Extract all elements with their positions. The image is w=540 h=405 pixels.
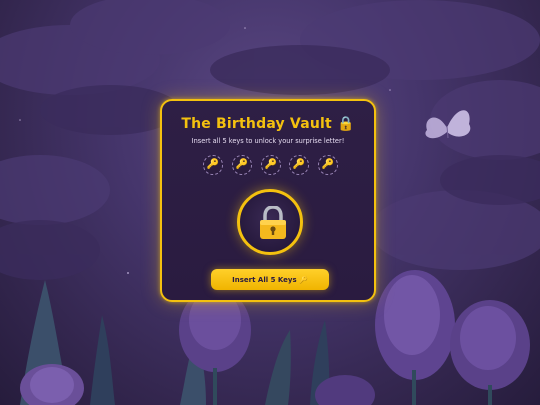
key-icon: 🔑 — [235, 159, 249, 170]
key-icon: 🔑 — [264, 159, 278, 170]
key-icon: 🔑 — [206, 159, 220, 170]
vault-subtitle: Insert all 5 keys to unlock your surpris… — [191, 137, 345, 145]
key-icon: 🔑 — [292, 159, 306, 170]
key-slot-5[interactable]: 🔑 — [318, 155, 338, 175]
vault-title: The Birthday Vault 🔒 — [181, 116, 355, 132]
insert-all-keys-button[interactable]: Insert All 5 Keys 🔑 — [211, 269, 329, 290]
birthday-vault-card: The Birthday Vault 🔒 Insert all 5 keys t… — [160, 99, 376, 302]
key-slot-4[interactable]: 🔑 — [289, 155, 309, 175]
padlock-icon — [260, 206, 286, 239]
key-slot-2[interactable]: 🔑 — [232, 155, 252, 175]
key-slot-1[interactable]: 🔑 — [203, 155, 223, 175]
key-slot-3[interactable]: 🔑 — [261, 155, 281, 175]
key-slots: 🔑 🔑 🔑 🔑 🔑 — [203, 155, 339, 177]
key-icon: 🔑 — [321, 159, 335, 170]
vault-lock — [237, 189, 303, 255]
